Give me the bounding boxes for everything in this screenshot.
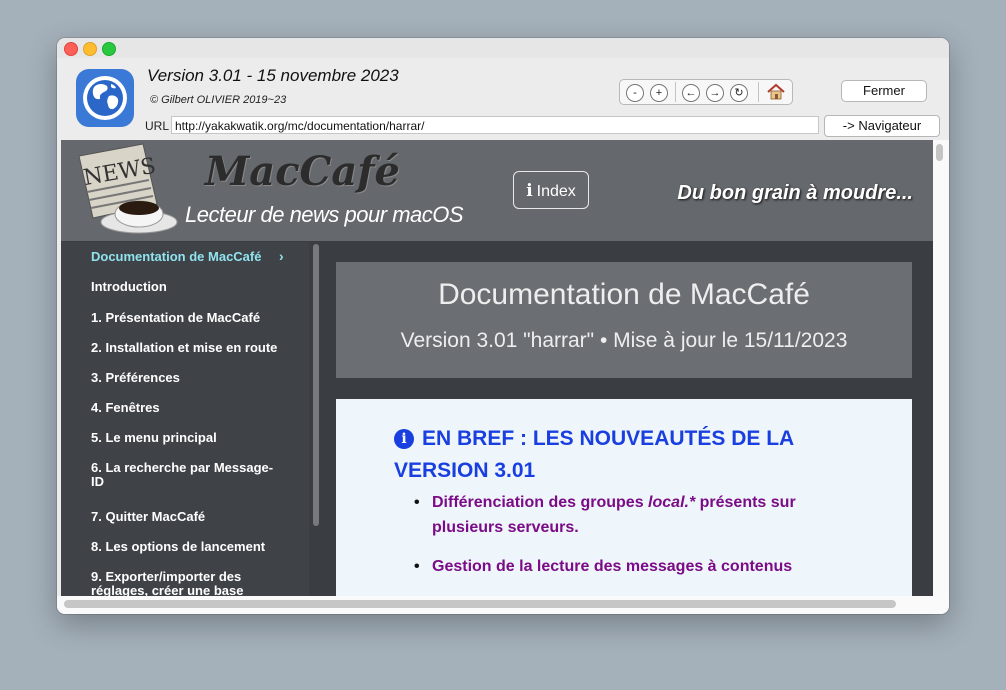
sidebar-item-installation[interactable]: 2. Installation et mise en route [91,341,281,355]
doc-header: Documentation de MacCafé Version 3.01 "h… [336,262,912,378]
sidebar-item-introduction[interactable]: Introduction [91,280,281,294]
sidebar-item-quitter[interactable]: 7. Quitter MacCafé [91,510,281,524]
zoom-in-button[interactable]: + [650,84,668,102]
navigation-toolbar: - + ← → ↻ [619,79,793,105]
brand-subtitle: Lecteur de news pour macOS [185,202,464,227]
sidebar-item-documentation[interactable]: Documentation de MacCafé [91,250,281,264]
newspaper-coffee-logo: NEWS [78,143,178,234]
info-icon: i [526,181,533,201]
sidebar-item-presentation[interactable]: 1. Présentation de MacCafé [91,311,281,325]
sidebar-item-exporter[interactable]: 9. Exporter/importer des réglages, créer… [91,570,281,597]
fermer-button[interactable]: Fermer [841,80,927,102]
forward-button[interactable]: → [706,84,724,102]
minimize-window-button[interactable] [83,42,97,56]
sidebar-item-options[interactable]: 8. Les options de lancement [91,540,281,554]
app-window: Version 3.01 - 15 novembre 2023 © Gilber… [57,38,949,614]
copyright-text: © Gilbert OLIVIER 2019~23 [150,94,287,106]
toolbar-separator [675,82,676,102]
index-button[interactable]: i Index [513,171,589,209]
url-label: URL [145,119,170,133]
vertical-scroll-thumb[interactable] [936,144,943,161]
page-title: Documentation de MacCafé [438,278,810,311]
index-label: Index [536,183,576,200]
brand-logo: MacCafé [205,148,400,195]
open-in-browser-button[interactable]: -> Navigateur [824,115,940,137]
close-window-button[interactable] [64,42,78,56]
site-banner: NEWS MacCafé Lecteur de news pour macOS … [61,140,933,241]
sidebar-scroll-thumb[interactable] [313,244,319,526]
vertical-scrollbar[interactable] [933,140,949,596]
sidebar-item-preferences[interactable]: 3. Préférences [91,371,281,385]
globe-app-icon [76,69,134,127]
title-bar [57,38,949,58]
zoom-out-button[interactable]: - [626,84,644,102]
chevron-right-icon: › [279,248,284,264]
brief-heading: i EN BREF : LES NOUVEAUTÉS DE LA VERSION … [394,427,794,482]
url-field[interactable]: http://yakakwatik.org/mc/documentation/h… [171,116,819,134]
info-circle-icon: i [394,429,414,449]
back-button[interactable]: ← [682,84,700,102]
sidebar-nav: Documentation de MacCafé Introduction 1.… [61,242,309,596]
brief-panel: i EN BREF : LES NOUVEAUTÉS DE LA VERSION … [336,399,912,596]
list-item: Gestion de la lecture des messages à con… [414,554,852,579]
toolbar-separator [758,82,759,102]
list-item: Différenciation des groupes local.* prés… [414,490,852,540]
home-icon[interactable] [766,82,786,102]
sidebar-item-message-id[interactable]: 6. La recherche par Message-ID [91,461,281,489]
main-content: Documentation de MacCafé Version 3.01 "h… [323,242,933,596]
tagline: Du bon grain à moudre... [677,182,913,204]
version-line: Version 3.01 - 15 novembre 2023 [147,66,399,85]
sidebar-item-fenetres[interactable]: 4. Fenêtres [91,401,281,415]
page-subtitle: Version 3.01 "harrar" • Mise à jour le 1… [400,329,848,352]
zoom-window-button[interactable] [102,42,116,56]
sidebar-item-menu[interactable]: 5. Le menu principal [91,431,281,445]
horizontal-scroll-thumb[interactable] [64,600,896,608]
reload-button[interactable]: ↻ [730,84,748,102]
web-view: NEWS MacCafé Lecteur de news pour macOS … [61,140,933,596]
